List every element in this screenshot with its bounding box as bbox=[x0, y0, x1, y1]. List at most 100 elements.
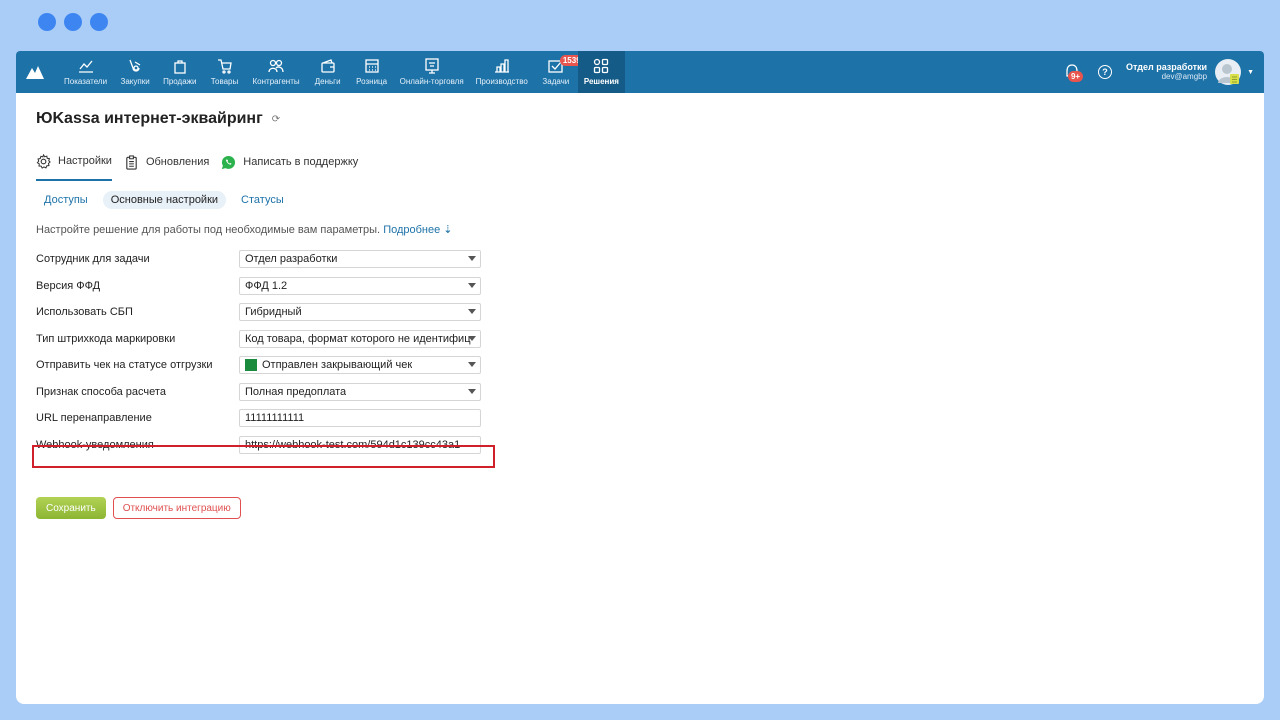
disable-integration-button[interactable]: Отключить интеграцию bbox=[112, 497, 241, 519]
status-color-swatch bbox=[245, 359, 257, 372]
register-icon bbox=[364, 59, 379, 73]
refresh-icon[interactable]: ⟳ bbox=[272, 114, 280, 125]
receipt-status-select[interactable]: Отправлен закрывающий чек bbox=[239, 356, 481, 375]
tab-updates[interactable]: Обновления bbox=[124, 151, 209, 173]
sbp-select[interactable]: Гибридный bbox=[239, 303, 481, 322]
subtabs: Доступы Основные настройки Статусы bbox=[36, 190, 1264, 210]
logo-icon[interactable] bbox=[16, 51, 54, 93]
save-button[interactable]: Сохранить bbox=[36, 497, 106, 519]
window-dot-2[interactable] bbox=[64, 13, 82, 31]
select-value: Отдел разработки bbox=[245, 253, 338, 266]
field-label: URL перенаправление bbox=[36, 412, 152, 425]
nav-item-dengi[interactable]: Деньги bbox=[306, 51, 350, 93]
nav-label: Задачи bbox=[542, 77, 570, 86]
people-icon bbox=[268, 59, 284, 73]
nav-item-proizvodstvo[interactable]: Производство bbox=[470, 51, 534, 93]
apps-icon bbox=[594, 58, 609, 74]
dropdown-arrow-icon bbox=[468, 335, 476, 341]
nav-item-roznica[interactable]: Розница bbox=[350, 51, 394, 93]
nav-item-online[interactable]: Онлайн-торговля bbox=[394, 51, 470, 93]
nav-label: Контрагенты bbox=[252, 77, 300, 86]
settings-form: Сотрудник для задачи Отдел разработки Ве… bbox=[36, 246, 501, 458]
form-row: Признак способа расчета Полная предоплат… bbox=[36, 379, 501, 406]
top-navigation-bar: Показатели Закупки Продажи Товары Контра… bbox=[16, 51, 1264, 93]
barcode-type-select[interactable]: Код товара, формат которого не идентифиц bbox=[239, 329, 481, 348]
nav-item-zakupki[interactable]: Закупки bbox=[113, 51, 157, 93]
settings-hint: Настройте решение для работы под необход… bbox=[36, 223, 1264, 237]
nav-item-tovary[interactable]: Товары bbox=[203, 51, 247, 93]
input-value: 11111111111 bbox=[245, 412, 305, 425]
form-row: Тип штрихкода маркировки Код товара, фор… bbox=[36, 326, 501, 353]
notifications-button[interactable]: 9+ bbox=[1062, 61, 1084, 83]
nav-label: Производство bbox=[475, 77, 528, 86]
tab-label: Обновления bbox=[145, 156, 210, 168]
select-value: ФФД 1.2 bbox=[245, 279, 288, 292]
field-label: Признак способа расчета bbox=[36, 385, 166, 398]
sort-icon: ⇣ bbox=[443, 224, 453, 236]
select-value: Код товара, формат которого не идентифиц bbox=[245, 332, 471, 345]
field-label: Сотрудник для задачи bbox=[36, 253, 150, 266]
window-controls bbox=[38, 13, 108, 31]
webhook-highlight-box bbox=[32, 445, 495, 468]
tab-settings[interactable]: Настройки bbox=[36, 151, 112, 181]
tab-support[interactable]: Написать в поддержку bbox=[221, 151, 358, 173]
subtab-access[interactable]: Доступы bbox=[36, 191, 96, 209]
app-window: Показатели Закупки Продажи Товары Контра… bbox=[16, 51, 1264, 704]
factory-icon bbox=[494, 59, 509, 73]
avatar[interactable] bbox=[1215, 59, 1242, 85]
nav-label: Онлайн-торговля bbox=[399, 77, 464, 86]
nav-item-kontragenty[interactable]: Контрагенты bbox=[247, 51, 306, 93]
cart-icon bbox=[217, 59, 232, 74]
dropdown-arrow-icon bbox=[468, 362, 476, 368]
gear-icon bbox=[36, 153, 51, 169]
nav-label: Товары bbox=[210, 77, 239, 86]
nav-label: Решения bbox=[583, 77, 619, 86]
hint-text: Настройте решение для работы под необход… bbox=[36, 224, 381, 236]
field-label: Отправить чек на статусе отгрузки bbox=[36, 359, 213, 372]
user-info[interactable]: Отдел разработки dev@amgbp bbox=[1126, 62, 1207, 82]
dropdown-arrow-icon bbox=[468, 388, 476, 394]
payment-method-select[interactable]: Полная предоплата bbox=[239, 382, 481, 401]
nav-label: Продажи bbox=[163, 77, 197, 86]
tab-label: Настройки bbox=[58, 155, 112, 167]
subtab-statuses[interactable]: Статусы bbox=[233, 191, 292, 209]
whatsapp-icon bbox=[222, 155, 236, 169]
chart-icon bbox=[78, 60, 93, 73]
form-row: Версия ФФД ФФД 1.2 bbox=[36, 273, 501, 300]
help-icon[interactable]: ? bbox=[1097, 65, 1112, 79]
select-value: Отправлен закрывающий чек bbox=[262, 359, 413, 372]
field-label: Тип штрихкода маркировки bbox=[36, 332, 176, 345]
dropdown-arrow-icon bbox=[468, 282, 476, 288]
nav-label: Розница bbox=[356, 77, 388, 86]
form-row: URL перенаправление 11111111111 bbox=[36, 405, 501, 432]
dropdown-arrow-icon bbox=[468, 256, 476, 262]
nav-label: Закупки bbox=[120, 77, 150, 86]
select-value: Гибридный bbox=[245, 306, 302, 319]
window-dot-3[interactable] bbox=[90, 13, 108, 31]
more-link[interactable]: Подробнее ⇣ bbox=[383, 224, 452, 236]
redirect-url-input[interactable]: 11111111111 bbox=[239, 409, 481, 428]
chevron-down-icon[interactable]: ▼ bbox=[1247, 69, 1254, 76]
dropdown-arrow-icon bbox=[468, 309, 476, 315]
form-row: Сотрудник для задачи Отдел разработки bbox=[36, 246, 501, 273]
nav-item-prodazhi[interactable]: Продажи bbox=[157, 51, 202, 93]
main-nav: Показатели Закупки Продажи Товары Контра… bbox=[58, 51, 625, 93]
nav-item-resheniya[interactable]: Решения bbox=[577, 51, 625, 93]
bag-icon bbox=[174, 60, 186, 74]
tab-label: Написать в поддержку bbox=[243, 156, 359, 168]
subtab-main-settings[interactable]: Основные настройки bbox=[102, 191, 227, 209]
more-link-label: Подробнее bbox=[383, 224, 441, 236]
online-icon bbox=[424, 58, 439, 74]
employee-select[interactable]: Отдел разработки bbox=[239, 250, 481, 269]
form-buttons: Сохранить Отключить интеграцию bbox=[36, 497, 1264, 519]
purchase-icon bbox=[129, 59, 141, 72]
form-row: Использовать СБП Гибридный bbox=[36, 299, 501, 326]
ffd-version-select[interactable]: ФФД 1.2 bbox=[239, 276, 481, 295]
wallet-icon bbox=[320, 59, 335, 73]
header-right: 9+ ? Отдел разработки dev@amgbp ▼ bbox=[1062, 51, 1264, 93]
nav-item-pokazateli[interactable]: Показатели bbox=[58, 51, 113, 93]
user-email: dev@amgbp bbox=[1161, 72, 1208, 81]
window-dot-1[interactable] bbox=[38, 13, 56, 31]
nav-item-zadachi[interactable]: 1539 Задачи bbox=[534, 51, 584, 93]
page-title: ЮKassa интернет-эквайринг bbox=[36, 110, 263, 127]
